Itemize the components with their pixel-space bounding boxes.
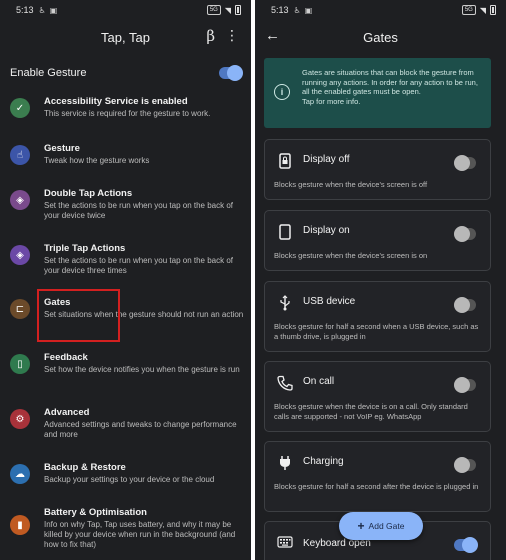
accessibility-icon: ♿ [293,5,301,15]
enable-gesture-row[interactable]: Enable Gesture [0,54,251,92]
menu-item-subtitle: Set the actions to be run when you tap o… [44,201,234,220]
gate-title: Display off [303,154,350,165]
vibration-icon: ▯ [10,354,30,374]
enable-gesture-label: Enable Gesture [10,67,87,79]
power-plug-icon [277,455,293,471]
phone-lock-icon [277,153,293,169]
switch-knob [454,226,470,242]
menu-item-advanced[interactable]: ⚙ Advanced Advanced settings and tweaks … [0,407,251,461]
wifi-icon: ◥ [224,5,231,15]
beta-button[interactable]: β [206,27,215,45]
check-icon: ✓ [10,98,30,118]
settings-icon: ⚙ [10,409,30,429]
menu-item-subtitle: Info on why Tap, Tap uses battery, and w… [44,520,236,549]
layers-icon: ◈ [10,190,30,210]
info-text: Gates are situations that can block the … [302,68,486,106]
menu-item-subtitle: Backup your settings to your device or t… [44,475,215,484]
menu-item-subtitle: This service is required for the gesture… [44,109,211,118]
plus-icon: + [357,519,365,533]
menu-item-title: Battery & Optimisation [44,507,147,518]
switch-knob [462,537,478,553]
gates-highlight-box [37,289,120,342]
menu-item-title: Triple Tap Actions [44,243,126,254]
app-bar: ← Gates [255,20,506,54]
battery-icon: ▮ [10,515,30,535]
image-icon: ▣ [304,5,313,15]
app-title: Tap, Tap [101,29,150,45]
menu-item-subtitle: Set the actions to be run when you tap o… [44,256,234,275]
back-arrow-icon[interactable]: ← [265,27,280,44]
gate-title: Charging [303,456,344,467]
gate-toggle-display-off[interactable] [454,155,476,171]
app-bar: Tap, Tap β ⋮ [0,20,251,54]
wifi-icon: ◥ [479,5,486,15]
gesture-hand-icon: ☝ [10,145,30,165]
battery-icon [490,5,496,15]
enable-gesture-switch[interactable] [219,65,243,81]
switch-knob [227,65,243,81]
gate-description: Blocks gesture for half a second when a … [274,322,479,341]
menu-item-double-tap[interactable]: ◈ Double Tap Actions Set the actions to … [0,188,251,242]
gate-toggle-usb-device[interactable] [454,297,476,313]
gate-description: Blocks gesture for half a second after t… [274,482,479,491]
cloud-icon: ☁ [10,464,30,484]
menu-item-accessibility[interactable]: ✓ Accessibility Service is enabled This … [0,96,251,150]
main-screen: 5:13 ♿ ▣ 5G ◥ Tap, Tap β ⋮ Enable Gestur… [0,0,251,560]
menu-item-subtitle: Advanced settings and tweaks to change p… [44,420,237,439]
usb-icon [277,295,293,311]
network-badge: 5G [461,5,476,15]
menu-item-title: Double Tap Actions [44,188,133,199]
switch-knob [454,377,470,393]
menu-item-title: Accessibility Service is enabled [44,96,188,107]
menu-item-title: Advanced [44,407,90,418]
gate-title: Display on [303,225,350,236]
gate-card-usb-device[interactable]: USB device Blocks gesture for half a sec… [264,281,491,352]
switch-knob [454,155,470,171]
gate-icon: ⊏ [10,299,30,319]
gate-card-on-call[interactable]: On call Blocks gesture when the device i… [264,361,491,432]
more-options-icon[interactable]: ⋮ [225,28,239,42]
switch-knob [454,457,470,473]
gate-toggle-display-on[interactable] [454,226,476,242]
gate-description: Blocks gesture when the device's screen … [274,180,428,189]
gate-card-charging[interactable]: Charging Blocks gesture for half a secon… [264,441,491,512]
info-text-more: Tap for more info. [302,96,361,106]
gate-toggle-keyboard-open[interactable] [454,537,478,553]
gate-card-display-on[interactable]: Display on Blocks gesture when the devic… [264,210,491,271]
gate-toggle-charging[interactable] [454,457,476,473]
menu-item-subtitle: Tweak how the gesture works [44,156,150,165]
info-text-main: Gates are situations that can block the … [302,68,478,96]
gate-description: Blocks gesture when the device is on a c… [274,402,468,421]
network-badge: 5G [206,5,221,15]
info-icon: i [274,84,290,100]
status-bar: 5:13 ♿ ▣ 5G ◥ [0,0,251,20]
image-icon: ▣ [49,5,58,15]
gate-card-display-off[interactable]: Display off Blocks gesture when the devi… [264,139,491,200]
gate-description: Blocks gesture when the device's screen … [274,251,428,260]
switch-knob [454,297,470,313]
gate-title: USB device [303,296,356,307]
battery-icon [235,5,241,15]
layers-icon: ◈ [10,245,30,265]
keyboard-icon [277,534,293,550]
gate-title: On call [303,376,335,387]
phone-icon [277,224,293,240]
phone-call-icon [277,375,293,391]
gates-info-banner[interactable]: i Gates are situations that can block th… [264,58,491,128]
menu-item-feedback[interactable]: ▯ Feedback Set how the device notifies y… [0,352,251,406]
menu-item-title: Backup & Restore [44,462,126,473]
menu-item-title: Feedback [44,352,88,363]
menu-item-title: Gesture [44,143,80,154]
gates-screen: 5:13 ♿ ▣ 5G ◥ ← Gates i Gates are situat… [255,0,506,560]
status-time: 5:13 [271,5,289,15]
gate-toggle-on-call[interactable] [454,377,476,393]
accessibility-icon: ♿ [38,5,46,15]
status-time: 5:13 [16,5,34,15]
menu-item-battery[interactable]: ▮ Battery & Optimisation Info on why Tap… [0,507,251,560]
menu-item-subtitle: Set how the device notifies you when the… [44,365,240,374]
add-gate-label: Add Gate [368,521,405,531]
add-gate-button[interactable]: + Add Gate [339,512,423,540]
page-title: Gates [363,29,398,45]
status-bar: 5:13 ♿ ▣ 5G ◥ [255,0,506,20]
